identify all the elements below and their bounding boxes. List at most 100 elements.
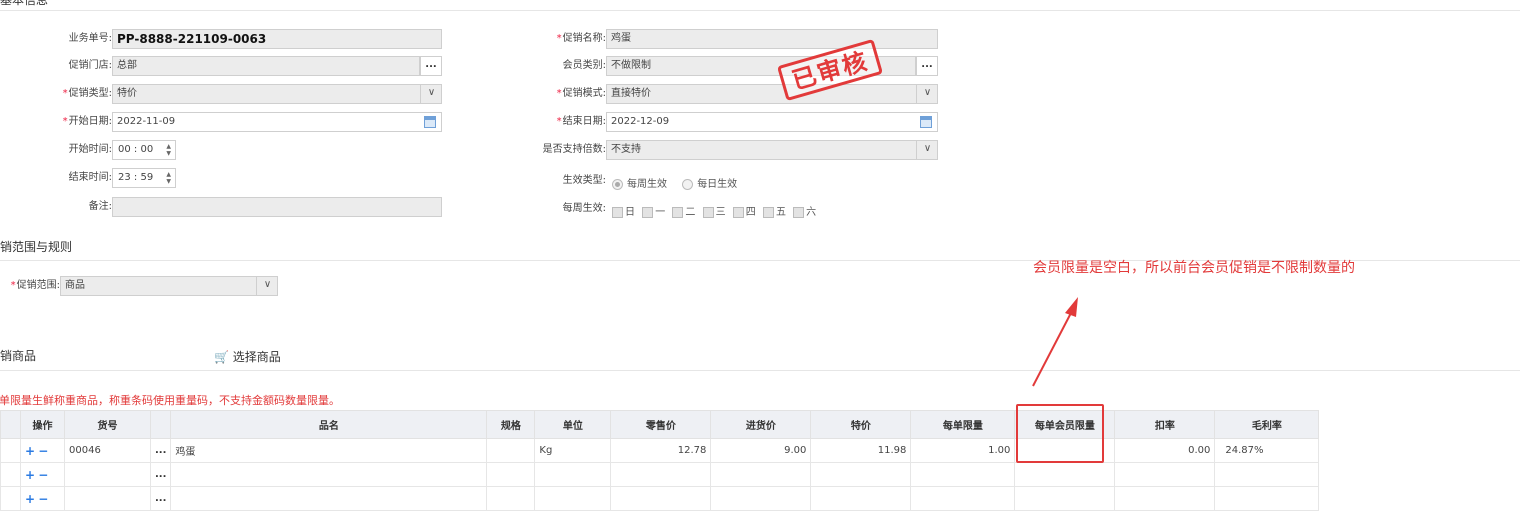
select-goods-label: 选择商品	[232, 350, 281, 364]
weekly-label: 每周生效:	[562, 203, 606, 214]
table-row[interactable]: + − ...	[0, 486, 1320, 511]
cell-member-limit[interactable]	[1014, 486, 1116, 511]
cell-margin[interactable]	[1214, 486, 1320, 511]
row-actions: + −	[20, 462, 65, 487]
radio-weekly-label: 每周生效	[627, 179, 667, 190]
annotation-arrow-head	[1065, 297, 1078, 317]
store-field[interactable]: 总部	[112, 56, 420, 76]
code-picker-button[interactable]: ...	[149, 462, 172, 487]
goods-divider	[0, 370, 1520, 371]
row-index	[0, 462, 21, 487]
remove-row-icon[interactable]: −	[38, 444, 48, 458]
member-type-label: 会员类别:	[562, 60, 606, 71]
annotation-text: 会员限量是空白，所以前台会员促销是不限制数量的	[1033, 260, 1355, 276]
row-actions: + −	[20, 486, 65, 511]
cell-unit[interactable]	[534, 462, 612, 487]
scope-section-title: 促销范围与规则	[0, 240, 73, 254]
cell-code[interactable]	[64, 486, 151, 511]
chevron-down-icon[interactable]: ∨	[916, 140, 938, 160]
weekday-checkbox[interactable]	[702, 206, 714, 218]
cell-discount[interactable]: 0.00	[1114, 438, 1216, 463]
cell-cost[interactable]	[710, 486, 812, 511]
weekday-checkbox[interactable]	[732, 206, 744, 218]
cell-retail[interactable]	[610, 462, 712, 487]
promo-mode-select[interactable]: 直接特价	[606, 84, 938, 104]
promo-name-label: *促销名称:	[556, 33, 606, 44]
chevron-down-icon[interactable]: ∨	[916, 84, 938, 104]
radio-daily[interactable]	[682, 178, 694, 190]
start-date-field[interactable]: 2022-11-09	[112, 112, 442, 132]
calendar-icon[interactable]	[424, 116, 436, 128]
cell-code[interactable]	[64, 462, 151, 487]
member-type-picker-button[interactable]: ...	[916, 56, 938, 76]
store-picker-button[interactable]: ...	[420, 56, 442, 76]
promo-type-select[interactable]: 特价	[112, 84, 442, 104]
cell-code[interactable]: 00046	[64, 438, 151, 463]
cell-limit[interactable]	[910, 486, 1016, 511]
basic-info-title: 基本信息	[0, 0, 49, 7]
col-header-margin: 毛利率	[1214, 410, 1320, 439]
cell-margin[interactable]	[1214, 462, 1320, 487]
row-index	[0, 486, 21, 511]
goods-section-title: 促销商品	[0, 349, 37, 363]
cell-name[interactable]	[170, 486, 488, 511]
select-goods-button[interactable]: 🛒 选择商品	[214, 348, 281, 365]
cell-special[interactable]	[810, 486, 912, 511]
chevron-down-icon[interactable]: ∨	[420, 84, 442, 104]
promo-mode-label: *促销模式:	[556, 88, 606, 99]
cell-cost[interactable]: 9.00	[710, 438, 812, 463]
scope-range-select[interactable]: 商品	[60, 276, 278, 296]
col-header-picker	[149, 410, 172, 439]
end-time-stepper[interactable]: 23 : 59 ▲ ▼	[112, 168, 176, 188]
scope-range-label: *促销范围:	[10, 280, 60, 291]
remove-row-icon[interactable]: −	[38, 468, 48, 482]
table-row[interactable]: + − 00046 ... 鸡蛋 Kg 12.78 9.00 11.98 1.0…	[0, 438, 1320, 463]
add-row-icon[interactable]: +	[25, 444, 35, 458]
table-row[interactable]: + − ...	[0, 462, 1320, 487]
cell-discount[interactable]	[1114, 462, 1216, 487]
promo-name-field[interactable]: 鸡蛋	[606, 29, 938, 49]
remove-row-icon[interactable]: −	[38, 492, 48, 506]
col-header-special: 特价	[810, 410, 912, 439]
cell-limit[interactable]	[910, 462, 1016, 487]
cell-spec[interactable]	[486, 486, 536, 511]
chevron-down-icon[interactable]: ∨	[256, 276, 278, 296]
code-picker-button[interactable]: ...	[149, 486, 172, 511]
end-date-label: *结束日期:	[556, 116, 606, 127]
cell-discount[interactable]	[1114, 486, 1216, 511]
spinner-icon[interactable]: ▲ ▼	[166, 143, 171, 157]
add-row-icon[interactable]: +	[25, 468, 35, 482]
cell-spec[interactable]	[486, 462, 536, 487]
cell-unit[interactable]: Kg	[534, 438, 612, 463]
cell-spec[interactable]	[486, 438, 536, 463]
weekday-checkbox[interactable]	[793, 206, 805, 218]
weekday-checkbox[interactable]	[762, 206, 774, 218]
cell-cost[interactable]	[710, 462, 812, 487]
cell-special[interactable]: 11.98	[810, 438, 912, 463]
end-date-field[interactable]: 2022-12-09	[606, 112, 938, 132]
weekly-checkbox-group: 日 一 二 三 四 五 六	[608, 203, 816, 218]
cell-retail[interactable]	[610, 486, 712, 511]
spinner-icon[interactable]: ▲ ▼	[166, 171, 171, 185]
cell-name[interactable]: 鸡蛋	[170, 438, 488, 463]
cell-member-limit[interactable]	[1014, 462, 1116, 487]
cart-icon: 🛒	[214, 350, 229, 364]
cell-limit[interactable]: 1.00	[910, 438, 1016, 463]
code-picker-button[interactable]: ...	[149, 438, 172, 463]
remark-field[interactable]	[112, 197, 442, 217]
cell-special[interactable]	[810, 462, 912, 487]
cell-unit[interactable]	[534, 486, 612, 511]
effect-type-radio-group: 每周生效 每日生效	[612, 175, 737, 190]
start-time-stepper[interactable]: 00 : 00 ▲ ▼	[112, 140, 176, 160]
calendar-icon[interactable]	[920, 116, 932, 128]
business-no-field[interactable]: PP-8888-221109-0063	[112, 29, 442, 49]
installment-select[interactable]: 不支持	[606, 140, 938, 160]
weekday-checkbox[interactable]	[672, 206, 684, 218]
weekday-checkbox[interactable]	[642, 206, 654, 218]
cell-retail[interactable]: 12.78	[610, 438, 712, 463]
weekday-checkbox[interactable]	[612, 206, 623, 218]
add-row-icon[interactable]: +	[25, 492, 35, 506]
cell-name[interactable]	[170, 462, 488, 487]
radio-weekly[interactable]	[612, 178, 623, 190]
cell-margin[interactable]: 24.87%	[1214, 438, 1320, 463]
